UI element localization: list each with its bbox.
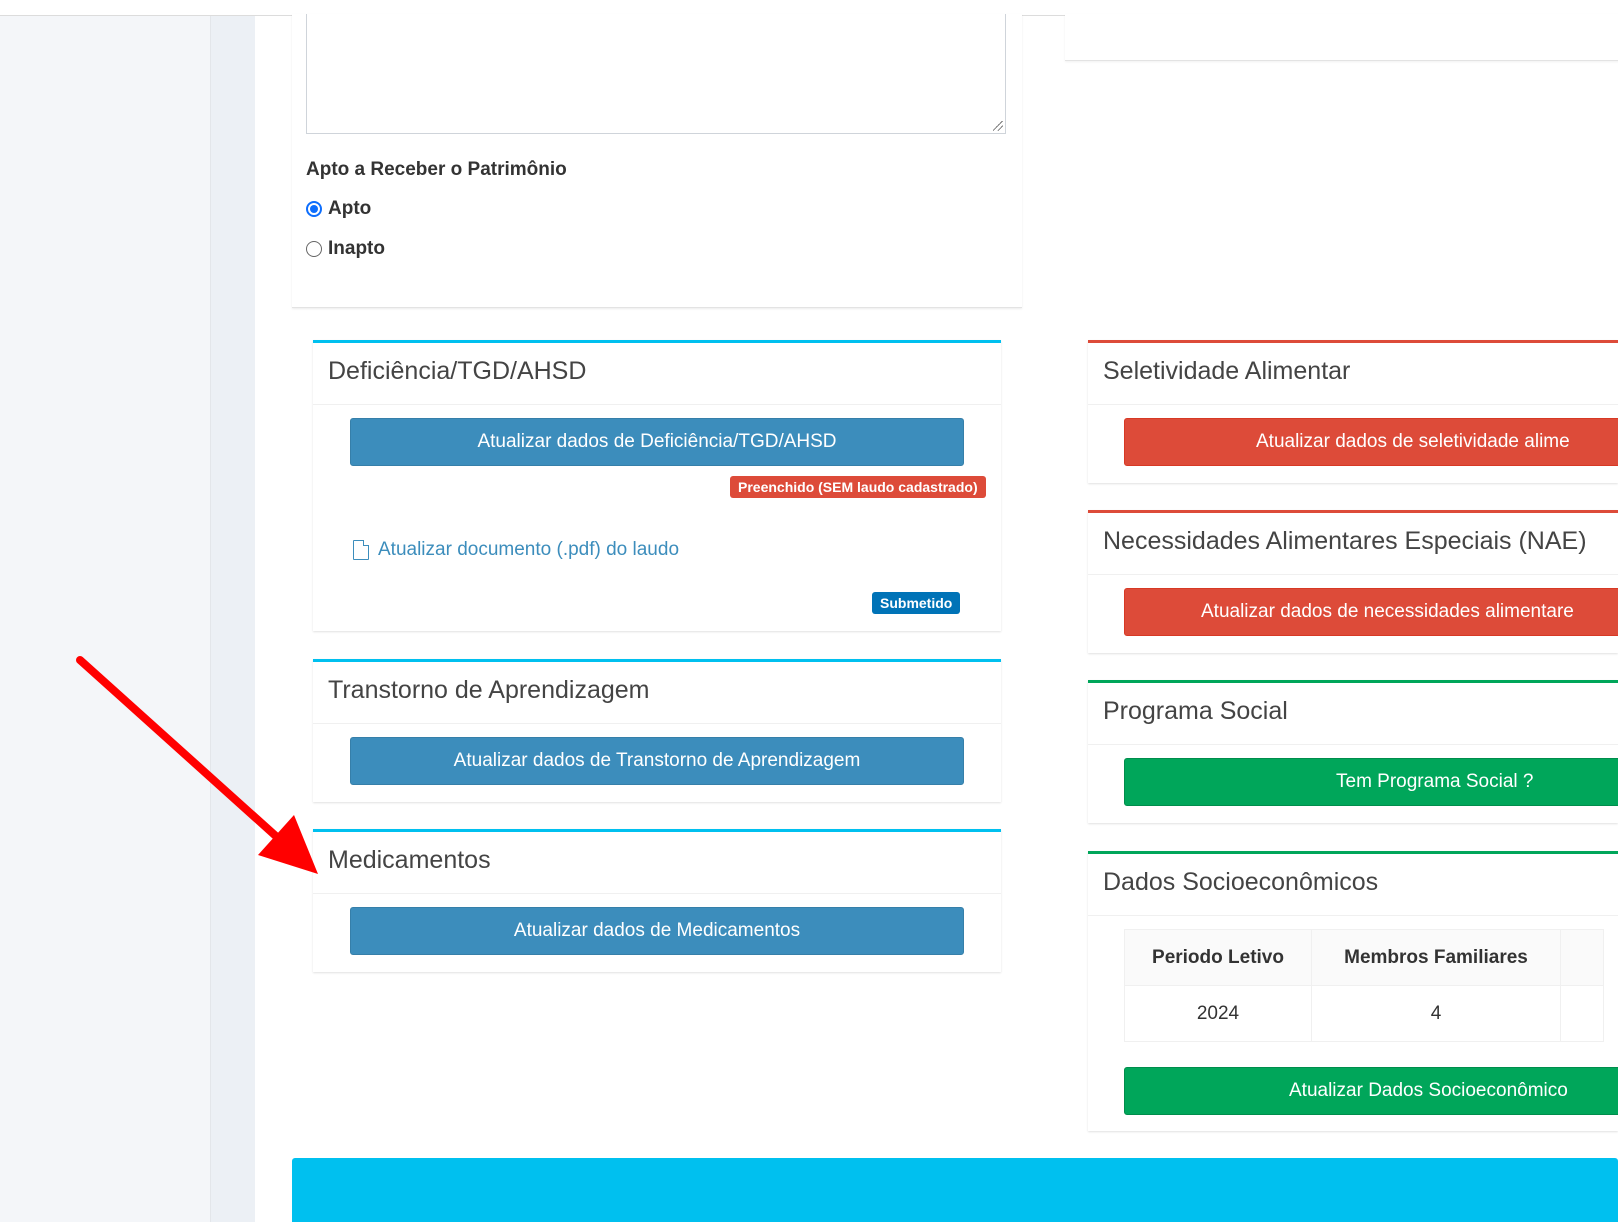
bottom-info-panel [292, 1158, 1618, 1222]
panel-divider [313, 723, 1001, 724]
main-content: Apto a Receber o Patrimônio Apto Inapto … [255, 14, 1618, 1222]
panel-nae: Necessidades Alimentares Especiais (NAE)… [1088, 510, 1618, 653]
socio-table: Periodo Letivo Membros Familiares 2024 4 [1124, 929, 1604, 1042]
atualizar-laudo-pdf-label: Atualizar documento (.pdf) do laudo [378, 539, 680, 560]
panel-deficiencia-title: Deficiência/TGD/AHSD [328, 357, 587, 385]
panel-medicamentos: Medicamentos Atualizar dados de Medicame… [313, 829, 1001, 972]
panel-deficiencia: Deficiência/TGD/AHSD Atualizar dados de … [313, 340, 1001, 631]
patrimonio-form-card: Apto a Receber o Patrimônio Apto Inapto [292, 14, 1022, 308]
panel-socio-title: Dados Socioeconômicos [1103, 868, 1379, 896]
panel-divider [1088, 744, 1618, 745]
panel-divider [313, 893, 1001, 894]
panel-seletividade-title: Seletividade Alimentar [1103, 357, 1351, 385]
laudo-status-badge: Preenchido (SEM laudo cadastrado) [730, 476, 986, 498]
content-gutter [211, 16, 255, 1222]
atualizar-socio-button[interactable]: Atualizar Dados Socioeconômico [1124, 1067, 1618, 1115]
panel-divider [1088, 574, 1618, 575]
atualizar-seletividade-button[interactable]: Atualizar dados de seletividade alime [1124, 418, 1618, 466]
atualizar-transtorno-button[interactable]: Atualizar dados de Transtorno de Aprendi… [350, 737, 964, 785]
panel-divider [313, 404, 1001, 405]
table-cell: 4 [1311, 985, 1561, 1042]
atualizar-laudo-pdf-link[interactable]: Atualizar documento (.pdf) do laudo [353, 539, 679, 561]
radio-apto[interactable] [306, 201, 322, 217]
panel-transtorno-title: Transtorno de Aprendizagem [328, 676, 650, 704]
atualizar-medicamentos-button[interactable]: Atualizar dados de Medicamentos [350, 907, 964, 955]
radio-option-apto[interactable]: Apto [306, 198, 371, 220]
panel-dados-socioeconomicos: Dados Socioeconômicos Periodo Letivo Mem… [1088, 851, 1618, 1131]
programa-social-button[interactable]: Tem Programa Social ? [1124, 758, 1618, 806]
panel-medicamentos-title: Medicamentos [328, 846, 491, 874]
panel-divider [1088, 915, 1618, 916]
radio-inapto-label: Inapto [328, 238, 385, 259]
panel-nae-title: Necessidades Alimentares Especiais (NAE) [1103, 527, 1587, 555]
radio-option-inapto[interactable]: Inapto [306, 238, 385, 260]
table-cell [1560, 985, 1604, 1042]
table-row: 2024 4 [1124, 985, 1604, 1042]
table-header-row: Periodo Letivo Membros Familiares [1124, 929, 1604, 986]
atualizar-deficiencia-button[interactable]: Atualizar dados de Deficiência/TGD/AHSD [350, 418, 964, 466]
panel-seletividade: Seletividade Alimentar Atualizar dados d… [1088, 340, 1618, 483]
submetido-badge: Submetido [872, 592, 961, 614]
table-cell: 2024 [1124, 985, 1312, 1042]
column-header: Periodo Letivo [1124, 929, 1312, 986]
radio-apto-label: Apto [328, 198, 372, 219]
column-header: Membros Familiares [1311, 929, 1561, 986]
sidebar [0, 16, 211, 1222]
atualizar-nae-button[interactable]: Atualizar dados de necessidades alimenta… [1124, 588, 1618, 636]
column-header [1560, 929, 1604, 986]
pdf-file-icon [353, 540, 369, 560]
panel-programa-social: Programa Social Tem Programa Social ? [1088, 680, 1618, 823]
panel-programa-social-title: Programa Social [1103, 697, 1288, 725]
textarea-resize-handle[interactable] [993, 121, 1003, 131]
observacoes-textarea[interactable] [306, 14, 1006, 134]
right-top-card [1065, 14, 1618, 61]
patrimonio-field-label: Apto a Receber o Patrimônio [306, 159, 567, 180]
panel-transtorno: Transtorno de Aprendizagem Atualizar dad… [313, 659, 1001, 802]
panel-divider [1088, 404, 1618, 405]
radio-inapto[interactable] [306, 241, 322, 257]
